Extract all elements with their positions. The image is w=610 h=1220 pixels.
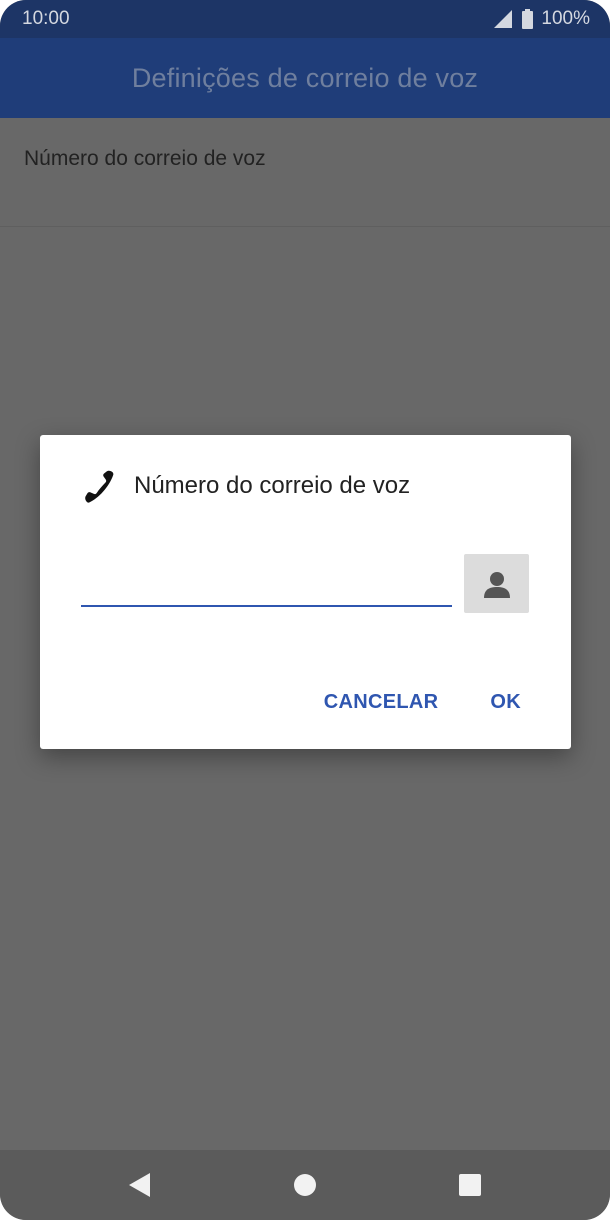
phone-screen: 10:00 100% Definições de correio de voz … [0, 0, 610, 1220]
voicemail-number-input[interactable] [81, 555, 452, 605]
voicemail-number-dialog: Número do correio de voz CANCELAR OK [40, 435, 571, 749]
battery-icon [522, 9, 534, 29]
status-icons: 100% [494, 8, 590, 30]
page-title: Definições de correio de voz [131, 62, 479, 93]
recents-button[interactable] [450, 1165, 490, 1205]
phone-icon [85, 470, 114, 503]
dialog-header: Número do correio de voz [80, 467, 410, 505]
cancel-button[interactable]: CANCELAR [324, 691, 439, 714]
ok-button[interactable]: OK [490, 691, 521, 714]
back-button[interactable] [120, 1165, 160, 1205]
home-icon [293, 1174, 316, 1196]
status-bar: 10:00 100% [0, 0, 610, 38]
recents-icon [458, 1174, 481, 1196]
list-item-voicemail-number[interactable]: Número do correio de voz [0, 118, 610, 227]
back-icon [129, 1173, 151, 1197]
list-item-label: Número do correio de voz [24, 147, 266, 170]
choose-contact-button[interactable] [464, 554, 529, 613]
navigation-bar [0, 1150, 610, 1220]
dialog-title: Número do correio de voz [134, 472, 411, 499]
contact-icon [483, 571, 510, 598]
dialog-actions: CANCELAR OK [324, 691, 521, 714]
app-bar: Definições de correio de voz [0, 38, 610, 118]
signal-icon [494, 10, 513, 28]
number-input-container [81, 555, 452, 607]
battery-percent: 100% [541, 8, 590, 29]
home-button[interactable] [285, 1165, 325, 1205]
status-time: 10:00 [22, 8, 70, 29]
